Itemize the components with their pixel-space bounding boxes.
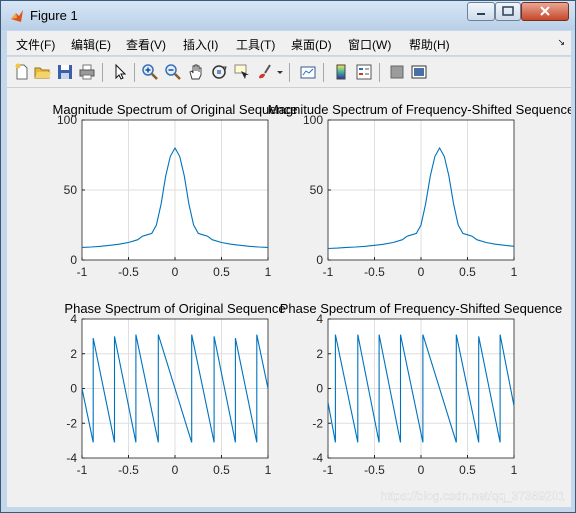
- print-icon[interactable]: [78, 63, 96, 81]
- y-tick-label: 2: [70, 347, 77, 361]
- figure-canvas: -1 -0.5 0 0.5 1 0 50 1 0 0 Magnitude Spectrum of O…: [7, 88, 575, 507]
- x-tick-label: -0.5: [118, 265, 139, 279]
- menu-desktop[interactable]: 桌面(D): [291, 36, 332, 53]
- y-tick-label: 0: [316, 382, 323, 396]
- menu-window[interactable]: 窗口(W): [348, 36, 391, 53]
- zoom-in-icon[interactable]: [141, 63, 159, 81]
- figure-window: Figure 1 文件(F) 编辑(E) 查看(V) 插入(I) 工具(T) 桌…: [0, 0, 576, 513]
- show-plot-tools-icon[interactable]: [410, 63, 428, 81]
- toolbar-separator: [134, 63, 135, 82]
- x-tick-label: 0.5: [459, 463, 476, 477]
- open-folder-icon[interactable]: [34, 63, 52, 81]
- y-tick-label: 2: [316, 347, 323, 361]
- matlab-logo-icon: [11, 10, 23, 22]
- x-tick-label: 1: [265, 463, 272, 477]
- x-tick-label: 0: [418, 265, 425, 279]
- y-tick-label: -4: [312, 451, 323, 465]
- x-tick-label: 1: [511, 463, 518, 477]
- x-tick-label: -0.5: [364, 463, 385, 477]
- y-tick-label: -2: [66, 416, 77, 430]
- menu-tools[interactable]: 工具(T): [236, 36, 275, 53]
- x-tick-label: 1: [511, 265, 518, 279]
- rotate-3d-icon[interactable]: [210, 63, 228, 81]
- close-icon: [540, 6, 550, 16]
- y-tick-label: -2: [312, 416, 323, 430]
- title-bar[interactable]: Figure 1: [1, 1, 575, 30]
- maximize-button[interactable]: [495, 2, 521, 21]
- x-tick-label: 1: [265, 265, 272, 279]
- close-button[interactable]: [521, 2, 569, 21]
- toolbar-separator: [289, 63, 290, 82]
- zoom-out-icon[interactable]: [164, 63, 182, 81]
- menu-dock-arrow-icon[interactable]: ↘: [557, 37, 565, 48]
- y-tick-label: -4: [66, 451, 77, 465]
- menu-help[interactable]: 帮助(H): [409, 36, 450, 53]
- x-tick-label: 0.5: [459, 265, 476, 279]
- y-tick-label: 0: [70, 253, 77, 267]
- brush-dropdown-icon[interactable]: [276, 63, 284, 81]
- x-tick-label: -0.5: [118, 463, 139, 477]
- minimize-icon: [477, 13, 485, 15]
- maximize-icon: [502, 6, 514, 16]
- x-tick-label: 0: [172, 265, 179, 279]
- watermark-text: https://blog.csdn.net/qq_37369201: [381, 489, 565, 503]
- data-cursor-icon[interactable]: [233, 63, 251, 81]
- new-file-icon[interactable]: [13, 63, 31, 81]
- x-tick-label: -1: [77, 265, 88, 279]
- menu-edit[interactable]: 编辑(E): [71, 36, 111, 53]
- y-tick-label: 50: [310, 183, 324, 197]
- colorbar-icon[interactable]: [332, 63, 350, 81]
- x-tick-label: -0.5: [364, 265, 385, 279]
- menu-view[interactable]: 查看(V): [126, 36, 166, 53]
- x-tick-label: 0.5: [213, 463, 230, 477]
- pointer-icon[interactable]: [111, 63, 129, 81]
- x-tick-label: -1: [323, 463, 334, 477]
- toolbar-separator: [379, 63, 380, 82]
- y-tick-label: 0: [70, 382, 77, 396]
- x-tick-label: 0: [418, 463, 425, 477]
- toolbar-separator: [102, 63, 103, 82]
- x-tick-label: 0: [172, 463, 179, 477]
- axes-title: Magnitude Spectrum of Frequency-Shifted …: [268, 102, 571, 117]
- window-title: Figure 1: [30, 8, 78, 23]
- axes-title: Magnitude Spectrum of Original Sequence: [53, 102, 298, 117]
- hide-plot-tools-icon[interactable]: [388, 63, 406, 81]
- brush-icon[interactable]: [256, 63, 274, 81]
- y-tick-label: 50: [64, 183, 78, 197]
- figure-plots: -1 -0.5 0 0.5 1 0 50 1 0 0 Magnitude Spectrum of O…: [53, 102, 575, 503]
- menu-insert[interactable]: 插入(I): [183, 36, 218, 53]
- axes-title: Phase Spectrum of Original Sequence: [64, 301, 285, 316]
- minimize-button[interactable]: [467, 2, 495, 21]
- toolbar-separator: [323, 63, 324, 82]
- toolbar: [7, 56, 571, 88]
- x-tick-label: 0.5: [213, 265, 230, 279]
- x-tick-label: -1: [323, 265, 334, 279]
- save-icon[interactable]: [56, 63, 74, 81]
- menu-file[interactable]: 文件(F): [16, 36, 55, 53]
- x-tick-label: -1: [77, 463, 88, 477]
- menu-bar: 文件(F) 编辑(E) 查看(V) 插入(I) 工具(T) 桌面(D) 窗口(W…: [7, 31, 571, 55]
- pan-hand-icon[interactable]: [187, 63, 205, 81]
- legend-icon[interactable]: [355, 63, 373, 81]
- y-tick-label: 0: [316, 253, 323, 267]
- link-plot-icon[interactable]: [299, 63, 317, 81]
- axes-title: Phase Spectrum of Frequency-Shifted Sequ…: [280, 301, 563, 316]
